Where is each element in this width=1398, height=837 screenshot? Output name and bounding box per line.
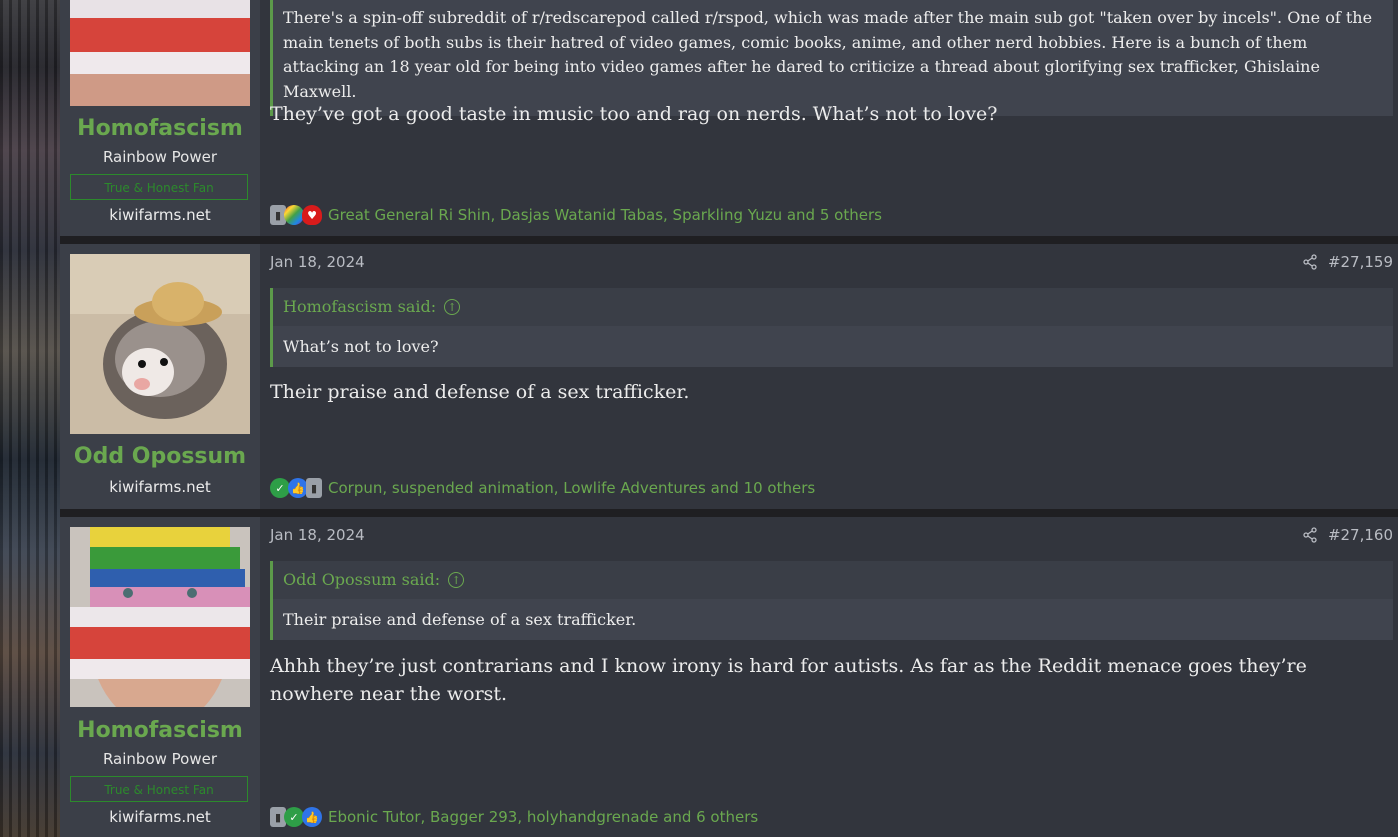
arrow-up-circle-icon[interactable]: ↑	[448, 572, 465, 588]
check-reaction-icon: ✓	[270, 478, 290, 498]
post-message: Ahhh they’re just contrarians and I know…	[270, 655, 1307, 705]
quote-block: Odd Opossum said: ↑ Their praise and def…	[270, 561, 1393, 640]
arrow-up-circle-icon[interactable]: ↑	[444, 299, 461, 315]
avatar[interactable]	[70, 254, 250, 434]
avatar[interactable]	[70, 0, 250, 106]
heart-reaction-icon: ♥	[302, 205, 322, 225]
post-number[interactable]: #27,160	[1328, 526, 1393, 544]
quote-author-label[interactable]: Homofascism said:	[283, 288, 436, 326]
like-reaction-icon: 👍	[302, 807, 322, 827]
post-body: Jan 18, 2024 #27,160 Odd Opossum said: ↑…	[260, 517, 1398, 837]
quote-author-label[interactable]: Odd Opossum said:	[283, 561, 440, 599]
post: Homofascism Rainbow Power True & Honest …	[60, 517, 1398, 837]
username[interactable]: Odd Opossum	[60, 444, 260, 469]
post: Odd Opossum kiwifarms.net Jan 18, 2024 #…	[60, 244, 1398, 509]
reactions-bar[interactable]: ▮ ✓ 👍 Ebonic Tutor, Bagger 293, holyhand…	[270, 807, 758, 827]
user-site: kiwifarms.net	[109, 478, 211, 496]
reaction-names[interactable]: Corpun, suspended animation, Lowlife Adv…	[328, 479, 815, 497]
gray-block-reaction-icon: ▮	[306, 478, 322, 498]
post-message: They’ve got a good taste in music too an…	[270, 103, 998, 125]
username[interactable]: Homofascism	[60, 718, 260, 743]
user-info: Odd Opossum kiwifarms.net	[60, 244, 260, 509]
quote-text: There's a spin-off subreddit of r/redsca…	[273, 0, 1393, 116]
quote-block: Homofascism said: ↑ What’s not to love?	[270, 288, 1393, 367]
quote-text: What’s not to love?	[273, 326, 1393, 367]
user-site: kiwifarms.net	[109, 808, 211, 826]
background-comic-strip	[0, 0, 60, 837]
like-reaction-icon: 👍	[288, 478, 308, 498]
post-message: Their praise and defense of a sex traffi…	[270, 381, 690, 403]
post-body: Jan 18, 2024 #27,159 Homofascism said: ↑…	[260, 244, 1398, 509]
username[interactable]: Homofascism	[60, 116, 260, 141]
post-date[interactable]: Jan 18, 2024	[270, 526, 365, 544]
reaction-names[interactable]: Great General Ri Shin, Dasjas Watanid Ta…	[328, 206, 882, 224]
user-site: kiwifarms.net	[109, 206, 211, 224]
user-banner: True & Honest Fan	[70, 776, 248, 802]
share-icon[interactable]	[1302, 527, 1318, 543]
reactions-bar[interactable]: ▮ ♥ Great General Ri Shin, Dasjas Watani…	[270, 205, 882, 225]
reactions-bar[interactable]: ✓ 👍 ▮ Corpun, suspended animation, Lowli…	[270, 478, 815, 498]
share-icon[interactable]	[1302, 254, 1318, 270]
quote-author[interactable]: Odd Opossum said: ↑	[273, 561, 1393, 599]
user-banner: True & Honest Fan	[70, 174, 248, 200]
post-date[interactable]: Jan 18, 2024	[270, 253, 365, 271]
rainbow-reaction-icon	[284, 205, 304, 225]
post-meta: #27,160	[1302, 526, 1393, 544]
user-info: Homofascism Rainbow Power True & Honest …	[60, 517, 260, 837]
user-info: Homofascism Rainbow Power True & Honest …	[60, 0, 260, 236]
user-title: Rainbow Power	[102, 148, 218, 166]
quote-author[interactable]: Homofascism said: ↑	[273, 288, 1393, 326]
avatar[interactable]	[70, 527, 250, 707]
reaction-names[interactable]: Ebonic Tutor, Bagger 293, holyhandgrenad…	[328, 808, 758, 826]
check-reaction-icon: ✓	[284, 807, 304, 827]
quote-text: Their praise and defense of a sex traffi…	[273, 599, 1393, 640]
quote-block: There's a spin-off subreddit of r/redsca…	[270, 0, 1393, 116]
post-meta: #27,159	[1302, 253, 1393, 271]
post-number[interactable]: #27,159	[1328, 253, 1393, 271]
post-body: There's a spin-off subreddit of r/redsca…	[260, 0, 1398, 236]
user-title: Rainbow Power	[102, 750, 218, 768]
post: Homofascism Rainbow Power True & Honest …	[60, 0, 1398, 236]
